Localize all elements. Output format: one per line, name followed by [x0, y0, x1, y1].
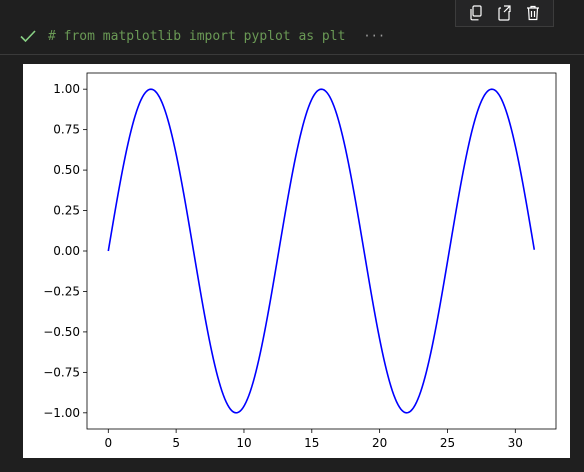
- copy-icon: [470, 5, 482, 21]
- x-tick-label: 20: [372, 436, 387, 450]
- x-tick-label: 30: [508, 436, 523, 450]
- success-check-icon: [20, 28, 36, 44]
- y-tick-label: −1.00: [43, 406, 80, 420]
- y-tick-label: 0.75: [53, 123, 80, 137]
- cell-toolbar: [455, 0, 554, 27]
- cell-header[interactable]: # from matplotlib import pyplot as plt ·…: [20, 25, 385, 47]
- y-tick-label: 1.00: [53, 82, 80, 96]
- cell-output: 1.00 0.75 0.50 0.25 0.00 −0.25 −0.50 −0.75 −1.00…: [23, 64, 570, 458]
- y-tick-label: 0.50: [53, 163, 80, 177]
- copy-cell-button[interactable]: [494, 3, 514, 23]
- x-tick-label: 25: [440, 436, 455, 450]
- x-tick-label: 0: [104, 436, 112, 450]
- x-tick-label: 10: [236, 436, 251, 450]
- series-line: [107, 88, 536, 414]
- matplotlib-chart: 1.00 0.75 0.50 0.25 0.00 −0.25 −0.50 −0.75 −1.00…: [43, 72, 557, 450]
- x-tick-label: 15: [304, 436, 319, 450]
- axes-frame: [86, 72, 557, 430]
- copy-cell-icon: [498, 5, 512, 21]
- delete-icon: [526, 5, 539, 21]
- cell-divider: [0, 54, 584, 55]
- y-tick-label: −0.75: [43, 365, 80, 379]
- expand-ellipsis[interactable]: ···: [363, 29, 385, 43]
- y-tick-label: −0.25: [43, 284, 80, 298]
- delete-button[interactable]: [523, 3, 543, 23]
- y-tick-label: 0.25: [53, 204, 80, 218]
- collapsed-code-preview: # from matplotlib import pyplot as plt: [48, 28, 346, 44]
- copy-button[interactable]: [466, 3, 486, 23]
- y-tick-label: 0.00: [53, 244, 80, 258]
- x-tick-label: 5: [172, 436, 180, 450]
- y-tick-label: −0.50: [43, 325, 80, 339]
